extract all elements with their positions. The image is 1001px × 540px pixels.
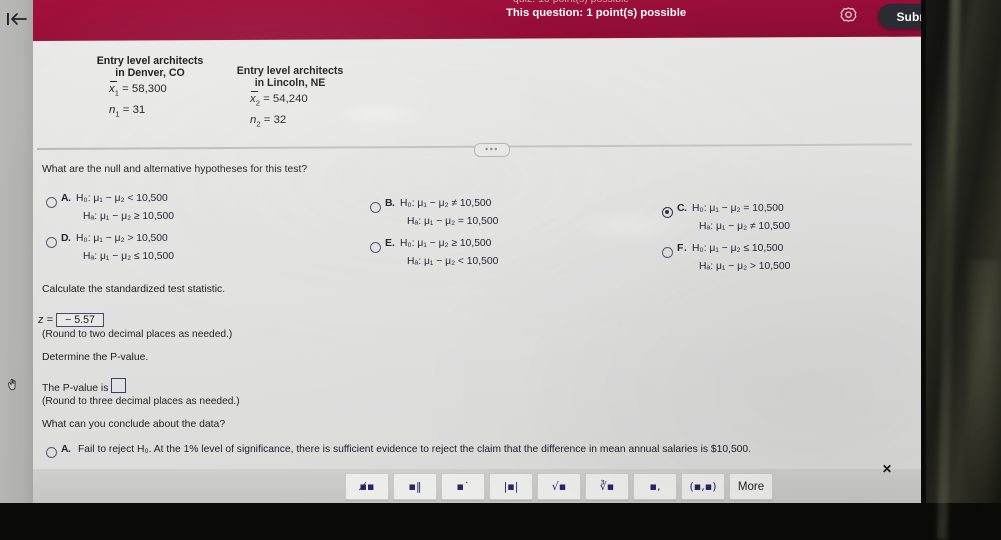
group2-title: Entry level architects in Lincoln, NE — [215, 65, 365, 89]
submit-quiz-button[interactable]: Submit quiz — [878, 3, 921, 29]
option-C-alt: Hₐ: μ₁ − μ₂ ≠ 10,500 — [699, 221, 790, 232]
dot-option-B: . — [392, 198, 395, 209]
z-label: z = — [38, 314, 53, 326]
radio-conclusion-A[interactable] — [46, 447, 57, 458]
option-B-null: H₀: μ₁ − μ₂ ≠ 10,500 — [400, 198, 492, 209]
interval-button[interactable]: (▪,▪) — [681, 473, 725, 500]
dot-option-E: . — [392, 238, 395, 249]
left-rail — [0, 0, 33, 503]
z-value-input[interactable]: − 5.57 — [55, 313, 104, 327]
mixed-number-button[interactable]: ▪‖ — [393, 473, 437, 500]
paper-smudge-2 — [573, 206, 693, 246]
option-C-null: H₀: μ₁ − μ₂ = 10,500 — [692, 203, 784, 214]
more-button[interactable]: More — [729, 473, 773, 500]
option-A-alt: Hₐ: μ₁ − μ₂ ≥ 10,500 — [83, 211, 174, 222]
pvalue-row: The P-value is — [42, 378, 127, 394]
group1-title-line2: in Denver, CO — [115, 67, 185, 79]
hypotheses-question: What are the null and alternative hypoth… — [42, 164, 308, 175]
group2-title-line1: Entry level architects — [236, 65, 344, 77]
radio-option-A[interactable] — [46, 197, 57, 208]
test-statistic-instruction: Calculate the standardized test statisti… — [42, 284, 226, 295]
group2-mean-symbol: x — [250, 93, 256, 105]
option-F-alt: Hₐ: μ₁ − μ₂ > 10,500 — [699, 261, 791, 272]
absolute-value-button[interactable]: |▪| — [489, 473, 533, 500]
option-F-null: H₀: μ₁ − μ₂ ≤ 10,500 — [692, 243, 784, 254]
radio-option-F[interactable] — [662, 247, 673, 258]
expand-ellipsis-button[interactable]: ••• — [473, 142, 511, 158]
fraction-button[interactable]: ▪̸▪ — [345, 473, 389, 500]
pvalue-input[interactable] — [111, 378, 127, 393]
conclusion-question: What can you conclude about the data? — [42, 419, 226, 430]
conclusion-A-text: Fail to reject H₀. At the 1% level of si… — [78, 444, 751, 455]
z-round-note: (Round to two decimal places as needed.) — [42, 329, 233, 340]
option-D-alt: Hₐ: μ₁ − μ₂ ≤ 10,500 — [83, 251, 174, 262]
question-points-text: This question: 1 point(s) possible — [506, 6, 687, 19]
label-option-F: F — [677, 243, 684, 254]
close-icon[interactable]: ✕ — [880, 462, 894, 476]
group1-n-subscript: 1 — [115, 109, 120, 119]
label-option-E: E — [385, 238, 392, 249]
pvalue-round-note: (Round to three decimal places as needed… — [42, 396, 240, 407]
gear-icon[interactable] — [839, 6, 858, 25]
dot-option-C: . — [684, 203, 687, 214]
group1-mean-value: = 58,300 — [122, 83, 167, 95]
group2-n-value: = 32 — [263, 114, 287, 126]
radio-option-E[interactable] — [370, 242, 381, 253]
option-E-alt: Hₐ: μ₁ − μ₂ < 10,500 — [407, 256, 499, 267]
hand-cursor-icon — [5, 377, 21, 393]
z-value-row: z = − 5.57 — [38, 313, 104, 327]
quiz-points-partial: quiz: 10 point(s) possible — [513, 0, 813, 5]
group2-mean: x2 = 54,240 — [250, 93, 308, 107]
option-D-null: H₀: μ₁ − μ₂ > 10,500 — [76, 233, 168, 244]
group1-title: Entry level architects in Denver, CO — [75, 55, 225, 79]
bezel-glare-secondary — [968, 260, 1001, 520]
nth-root-button[interactable]: ∛▪ — [585, 473, 629, 500]
question-points-label: This question: 1 point(s) possible — [506, 7, 686, 19]
back-to-start-icon[interactable] — [3, 8, 30, 34]
group1-title-line1: Entry level architects — [96, 55, 204, 67]
group1-n: n1 = 31 — [109, 104, 145, 118]
dot-option-F: . — [684, 243, 687, 254]
monitor-bezel — [918, 0, 1001, 540]
radio-option-C[interactable] — [662, 207, 673, 218]
dot-conclusion-A: . — [68, 444, 71, 455]
dot-option-D: . — [68, 233, 71, 244]
dot-option-A: . — [68, 193, 71, 204]
group2-mean-subscript: 2 — [255, 98, 260, 108]
group1-mean-symbol: x — [109, 83, 115, 95]
screen-area: quiz: 10 point(s) possible This question… — [0, 0, 921, 503]
subscript-button[interactable]: ▪, — [633, 473, 677, 500]
group1-mean: x1 = 58,300 — [109, 83, 167, 97]
group1-mean-subscript: 1 — [114, 88, 119, 98]
question-body: Is the difference between the mean annua… — [33, 41, 921, 503]
group2-title-line2: in Lincoln, NE — [254, 77, 326, 89]
group2-mean-value: = 54,240 — [263, 93, 308, 105]
quiz-header-bar: quiz: 10 point(s) possible This question… — [33, 0, 921, 42]
bezel-glare — [937, 0, 961, 540]
group1-n-value: = 31 — [122, 104, 146, 116]
option-B-alt: Hₐ: μ₁ − μ₂ = 10,500 — [407, 216, 499, 227]
radio-option-D[interactable] — [46, 237, 57, 248]
option-E-null: H₀: μ₁ − μ₂ ≥ 10,500 — [400, 238, 492, 249]
group2-n-subscript: 2 — [256, 119, 261, 129]
back-arrow-glyph — [6, 13, 27, 25]
hand-cursor-glyph — [7, 378, 16, 391]
exponent-button[interactable]: ▪˙ — [441, 473, 485, 500]
math-toolbar-buttons: ▪̸▪ ▪‖ ▪˙ |▪| √▪ ∛▪ ▪, (▪,▪) More — [345, 473, 773, 500]
gear-glyph — [840, 7, 857, 22]
square-root-button[interactable]: √▪ — [537, 473, 581, 500]
math-keyboard-toolbar: ▪̸▪ ▪‖ ▪˙ |▪| √▪ ∛▪ ▪, (▪,▪) More — [33, 469, 921, 503]
pvalue-instruction: Determine the P-value. — [42, 352, 149, 363]
option-A-null: H₀: μ₁ − μ₂ < 10,500 — [76, 193, 168, 204]
group2-n: n2 = 32 — [250, 114, 286, 128]
pvalue-label: The P-value is — [42, 383, 109, 394]
sample-statistics: Entry level architects in Denver, CO x1 … — [33, 49, 453, 141]
photo-of-screen: quiz: 10 point(s) possible This question… — [0, 0, 1001, 540]
radio-option-B[interactable] — [370, 202, 381, 213]
